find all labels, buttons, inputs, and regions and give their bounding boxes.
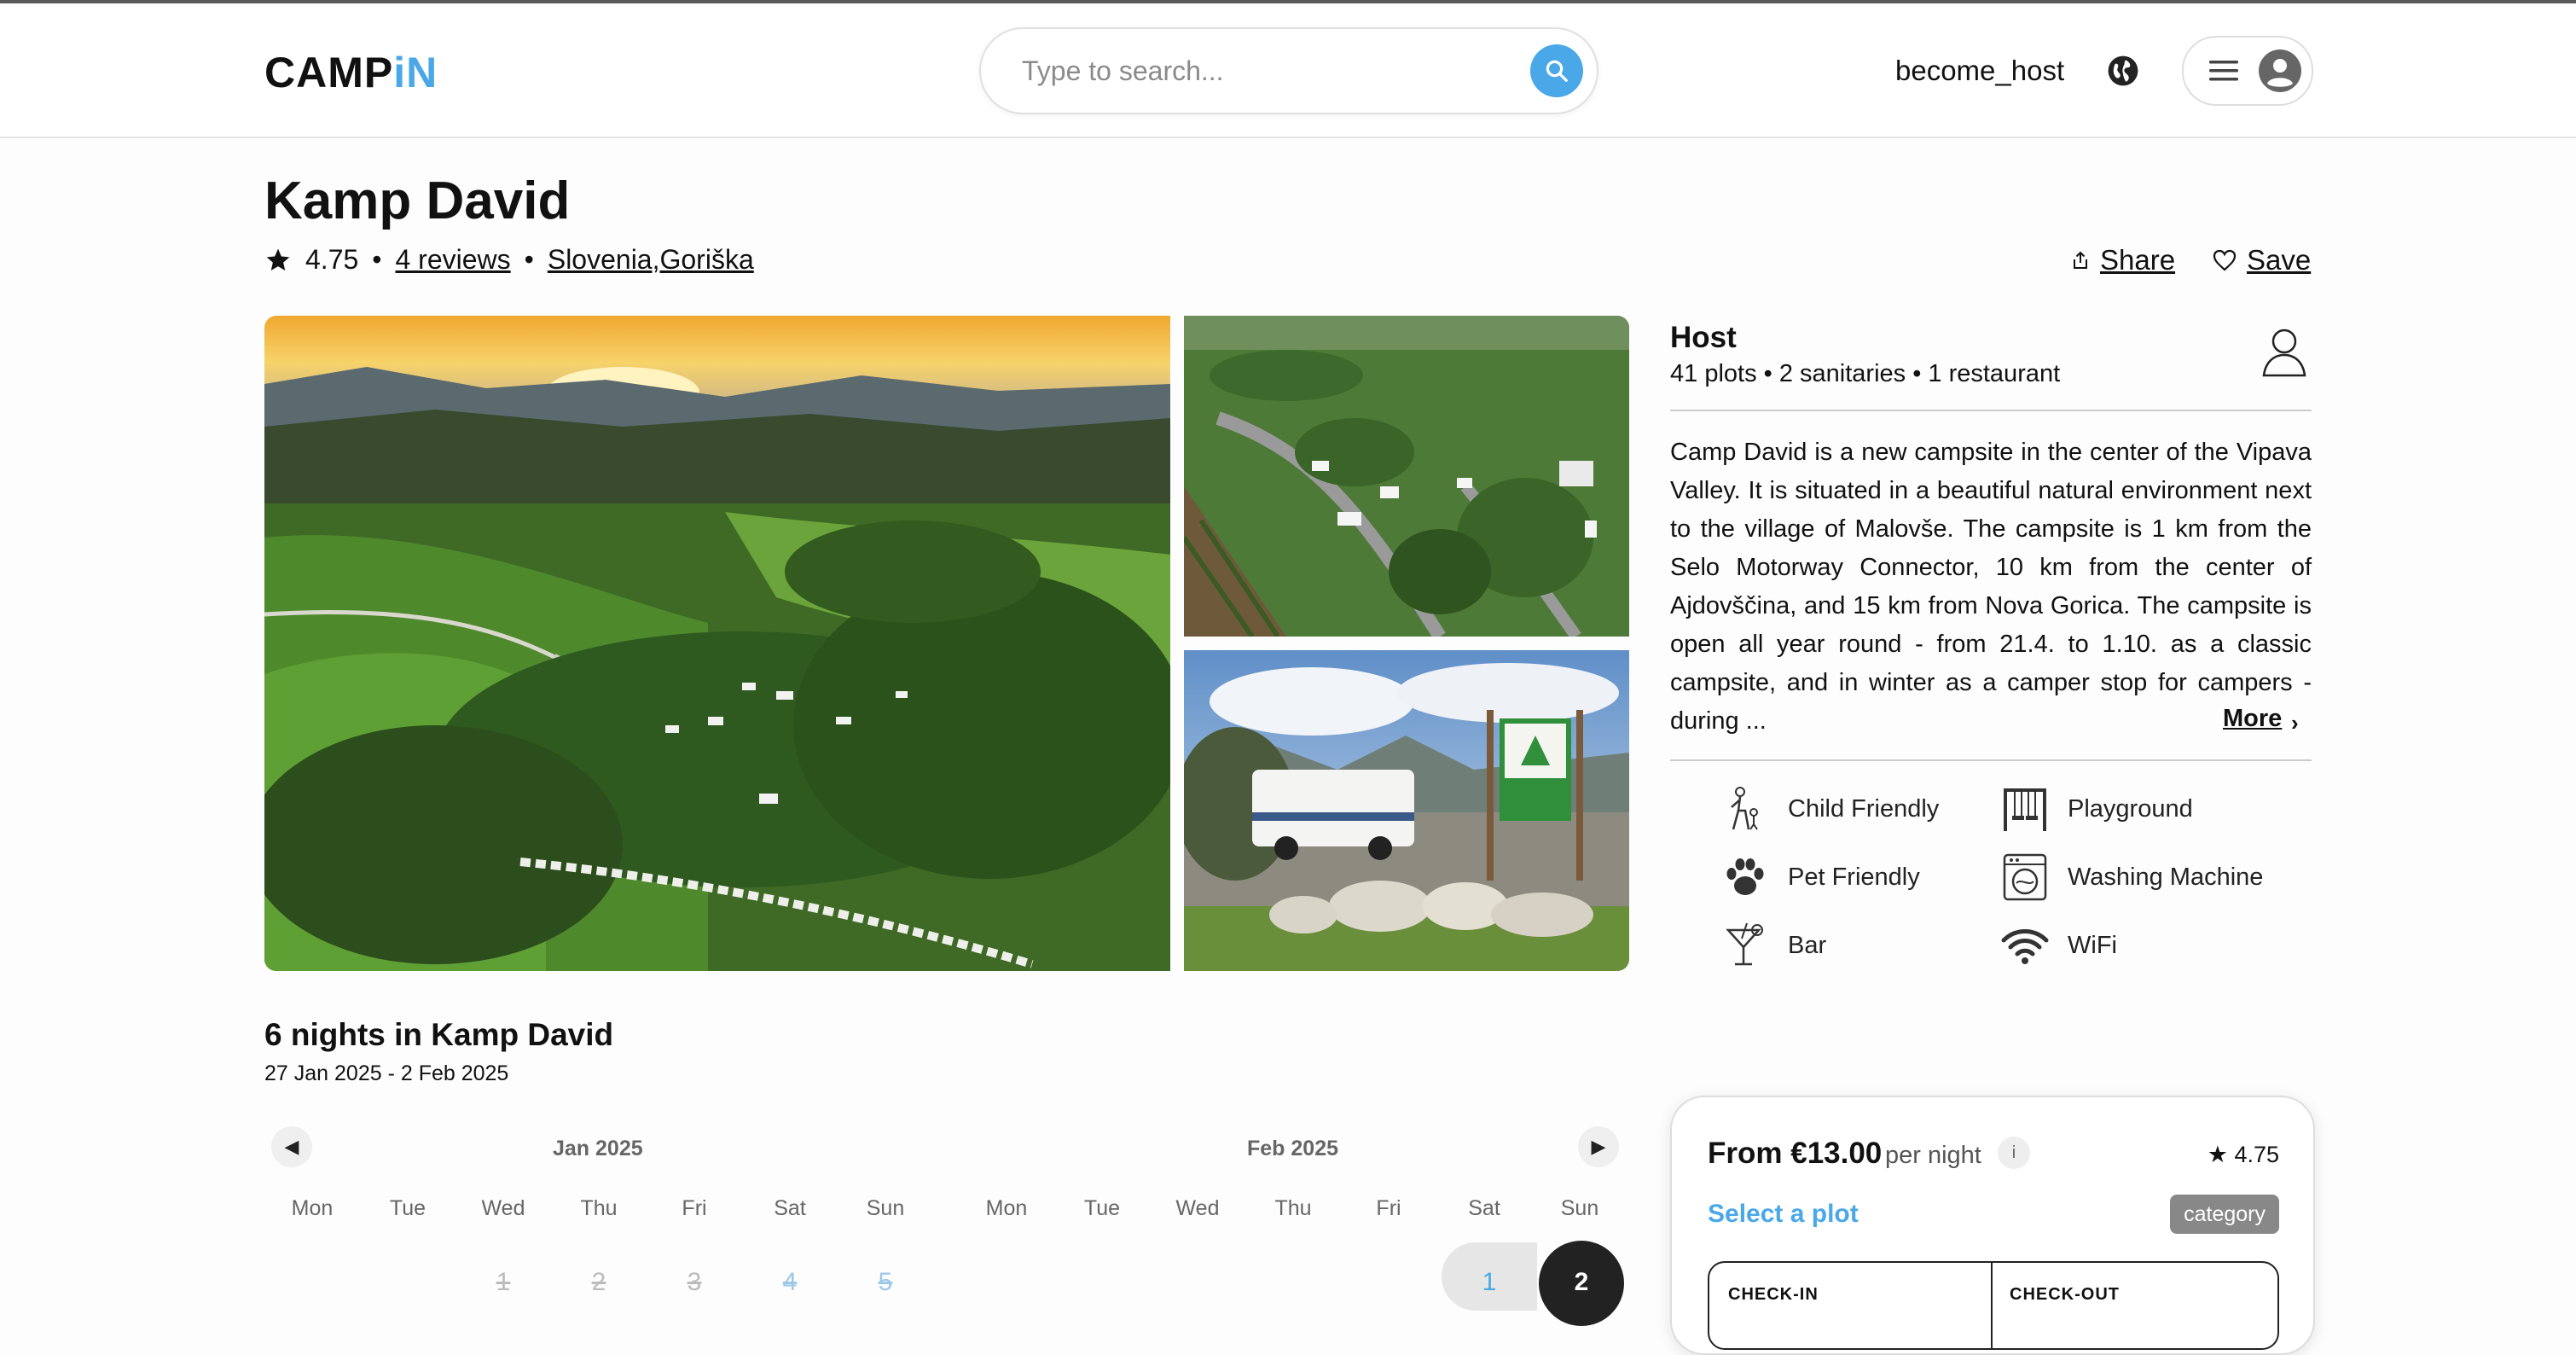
reviews-link[interactable]: 4 reviews <box>395 244 510 276</box>
child-icon <box>1731 787 1758 830</box>
amenity-wifi: WiFi <box>2001 922 2117 969</box>
avatar-icon <box>2259 49 2301 92</box>
amenity-washing-machine: Washing Machine <box>2001 853 2263 901</box>
weekday-label: Wed <box>481 1196 525 1220</box>
campsite-description: Camp David is a new campsite in the cent… <box>1670 439 2312 735</box>
booking-card: From €13.00 per night i ★ 4.75 Select a … <box>1670 1096 2315 1355</box>
weekday-label: Fri <box>1376 1196 1401 1220</box>
share-icon <box>2074 251 2087 269</box>
date-picker-fields[interactable]: CHECK-IN CHECK-OUT <box>1708 1261 2279 1350</box>
user-menu-button[interactable] <box>2182 36 2313 106</box>
weekday-label: Sun <box>1560 1196 1599 1220</box>
weekday-label: Thu <box>1274 1196 1312 1220</box>
search-icon <box>1546 60 1568 82</box>
logo-text-blue: iN <box>393 49 438 96</box>
select-plot-link[interactable]: Select a plot <box>1708 1200 1859 1229</box>
calendar-day-disabled: 4 <box>782 1268 798 1296</box>
amenity-label: Bar <box>1788 931 1827 959</box>
calendar-day-feb-2-selected[interactable]: 2 <box>1556 1268 1607 1297</box>
month-label-feb: Feb 2025 <box>1247 1137 1339 1160</box>
share-label: Share <box>2100 244 2176 276</box>
photo-campsite-aerial[interactable] <box>1184 316 1629 637</box>
check-out-label: CHECK-OUT <box>2010 1285 2120 1304</box>
triangle-left-icon: ◀ <box>284 1136 299 1157</box>
search-button[interactable] <box>1530 44 1583 97</box>
weekday-label: Thu <box>580 1196 618 1220</box>
save-button[interactable]: Save <box>2213 244 2311 276</box>
category-badge: category <box>2170 1195 2279 1234</box>
star-icon <box>266 248 290 270</box>
site-header: CAMPiN become_host <box>0 3 2576 138</box>
check-in-label: CHECK-IN <box>1728 1285 1819 1304</box>
chevron-right-icon: › <box>2291 710 2299 736</box>
washing-machine-icon <box>2003 853 2047 901</box>
amenity-label: WiFi <box>2068 931 2117 959</box>
separator-dot: • <box>524 244 534 275</box>
price-from: From €13.00 <box>1708 1137 1883 1170</box>
host-title: Host <box>1670 321 1737 354</box>
search-input[interactable] <box>1020 48 1501 94</box>
swing-icon <box>2004 788 2046 831</box>
main-photo-aerial-sunset[interactable] <box>264 316 1170 971</box>
heart-icon <box>2213 249 2237 271</box>
become-host-link[interactable]: become_host <box>1895 55 2064 87</box>
amenity-bar: Bar <box>1721 922 1826 969</box>
globe-icon[interactable] <box>2107 55 2139 87</box>
weekday-label: Tue <box>389 1196 426 1220</box>
location-link[interactable]: Slovenia,Goriška <box>548 244 754 276</box>
amenity-child-friendly: Child Friendly <box>1721 785 1939 833</box>
calendar-day-disabled: 2 <box>591 1268 606 1296</box>
photo-camper-and-sign[interactable] <box>1184 650 1629 971</box>
separator-dot: • <box>372 244 382 275</box>
stay-dates: 27 Jan 2025 - 2 Feb 2025 <box>264 1061 509 1085</box>
share-button[interactable]: Share <box>2071 244 2175 276</box>
hamburger-icon <box>2209 61 2238 81</box>
calendar-day-disabled: 1 <box>496 1268 511 1296</box>
logo-text-dark: CAMP <box>264 49 394 96</box>
campin-logo[interactable]: CAMPiN <box>264 48 438 97</box>
amenity-label: Playground <box>2068 794 2193 823</box>
search-bar <box>979 27 1598 114</box>
triangle-right-icon: ▶ <box>1591 1136 1606 1157</box>
cocktail-icon <box>1726 922 1763 966</box>
amenity-label: Pet Friendly <box>1788 863 1920 891</box>
calendar-day-feb-1[interactable]: 1 <box>1464 1268 1515 1297</box>
weekday-label: Sat <box>1468 1196 1500 1220</box>
weekday-label: Sat <box>774 1196 806 1220</box>
page-title: Kamp David <box>264 172 571 230</box>
field-divider <box>1991 1263 1993 1348</box>
weekday-label: Mon <box>985 1196 1028 1220</box>
listing-meta: 4.75 • 4 reviews • Slovenia,Goriška <box>264 244 754 276</box>
weekday-label: Sun <box>866 1196 905 1220</box>
info-icon[interactable]: i <box>1998 1137 2030 1169</box>
amenity-label: Washing Machine <box>2068 863 2264 891</box>
wifi-icon <box>2001 929 2049 964</box>
divider <box>1670 759 2312 761</box>
amenity-playground: Playground <box>2001 785 2193 833</box>
next-month-button[interactable]: ▶ <box>1578 1126 1619 1167</box>
rating-value: 4.75 <box>305 244 359 275</box>
host-summary: 41 plots • 2 sanitaries • 1 restaurant <box>1670 360 2061 387</box>
weekday-label: Wed <box>1175 1196 1220 1220</box>
more-link[interactable]: More <box>2223 705 2282 733</box>
amenity-pet-friendly: Pet Friendly <box>1721 853 1920 901</box>
calendar-day-disabled: 5 <box>878 1268 893 1296</box>
weekday-label: Fri <box>682 1196 707 1220</box>
paw-icon <box>1726 858 1764 895</box>
save-label: Save <box>2247 244 2312 276</box>
divider <box>1670 410 2312 411</box>
calendar-day-disabled: 3 <box>687 1268 702 1296</box>
host-user-icon[interactable] <box>2260 326 2308 379</box>
weekday-label: Mon <box>291 1196 334 1220</box>
weekday-label: Tue <box>1083 1196 1121 1220</box>
per-night-label: per night <box>1885 1142 1981 1169</box>
prev-month-button[interactable]: ◀ <box>271 1126 312 1167</box>
booking-rating: ★ 4.75 <box>2207 1142 2279 1167</box>
stay-title: 6 nights in Kamp David <box>264 1017 614 1052</box>
month-label-jan: Jan 2025 <box>553 1137 643 1160</box>
amenity-label: Child Friendly <box>1788 794 1940 823</box>
